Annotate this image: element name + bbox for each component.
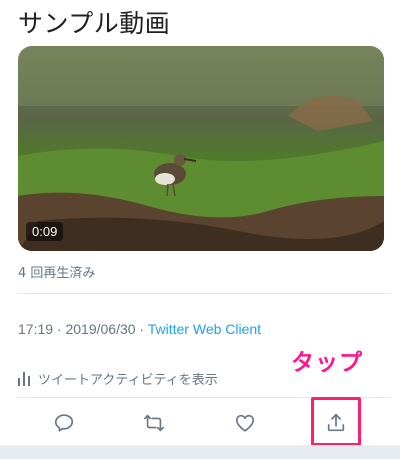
activity-label: ツイートアクティビティを表示 (38, 373, 218, 388)
retweet-button[interactable] (141, 410, 167, 436)
retweet-icon (144, 414, 164, 432)
tap-annotation: タップ (291, 350, 363, 376)
timestamp: 17:19 · 2019/06/30 · (18, 321, 148, 337)
video-thumbnail (18, 46, 384, 251)
tweet-text: サンプル動画 (18, 9, 171, 38)
source-client-link[interactable]: Twitter Web Client (148, 321, 261, 337)
heart-icon (235, 414, 255, 432)
bottom-separator (0, 445, 400, 459)
video-duration: 0:09 (26, 222, 64, 241)
reply-icon (54, 414, 74, 432)
reply-button[interactable] (51, 410, 77, 436)
view-count: 4 回再生済み (18, 266, 96, 281)
tap-highlight-box (311, 397, 361, 446)
video-player[interactable]: 0:09 (18, 46, 384, 251)
tweet-activity-link[interactable]: ツイートアクティビティを表示 (18, 369, 218, 388)
bar-chart-icon (18, 371, 30, 386)
divider (18, 293, 390, 294)
tweet-meta: 17:19 · 2019/06/30 · Twitter Web Client (18, 321, 261, 337)
like-button[interactable] (232, 410, 258, 436)
